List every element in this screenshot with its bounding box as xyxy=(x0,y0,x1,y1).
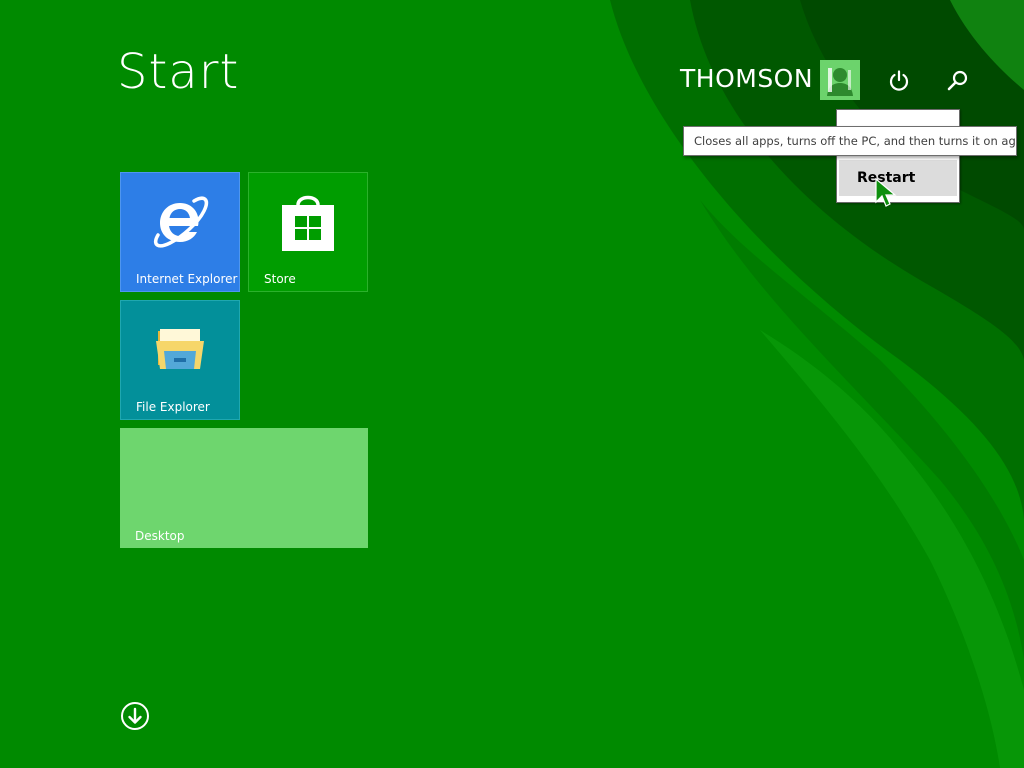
tile-label: Desktop xyxy=(135,529,185,543)
tile-file-explorer[interactable]: File Explorer xyxy=(120,300,240,420)
power-icon[interactable] xyxy=(885,67,913,95)
mouse-cursor-icon xyxy=(875,178,897,207)
tile-label: Store xyxy=(264,272,296,286)
tile-store[interactable]: Store xyxy=(248,172,368,292)
user-avatar-icon[interactable] xyxy=(820,60,860,100)
tile-label: Internet Explorer xyxy=(136,272,238,286)
restart-tooltip: Closes all apps, turns off the PC, and t… xyxy=(683,126,1017,156)
internet-explorer-icon xyxy=(121,191,239,251)
page-title: Start xyxy=(117,44,240,100)
store-bag-icon xyxy=(249,191,367,255)
tile-internet-explorer[interactable]: Internet Explorer xyxy=(120,172,240,292)
user-name[interactable]: THOMSON xyxy=(680,66,813,91)
folder-icon xyxy=(121,325,239,373)
arrow-down-circle-icon[interactable] xyxy=(120,701,150,731)
tile-desktop[interactable]: Desktop xyxy=(120,428,368,548)
search-icon[interactable] xyxy=(944,67,972,95)
tile-label: File Explorer xyxy=(136,400,210,414)
